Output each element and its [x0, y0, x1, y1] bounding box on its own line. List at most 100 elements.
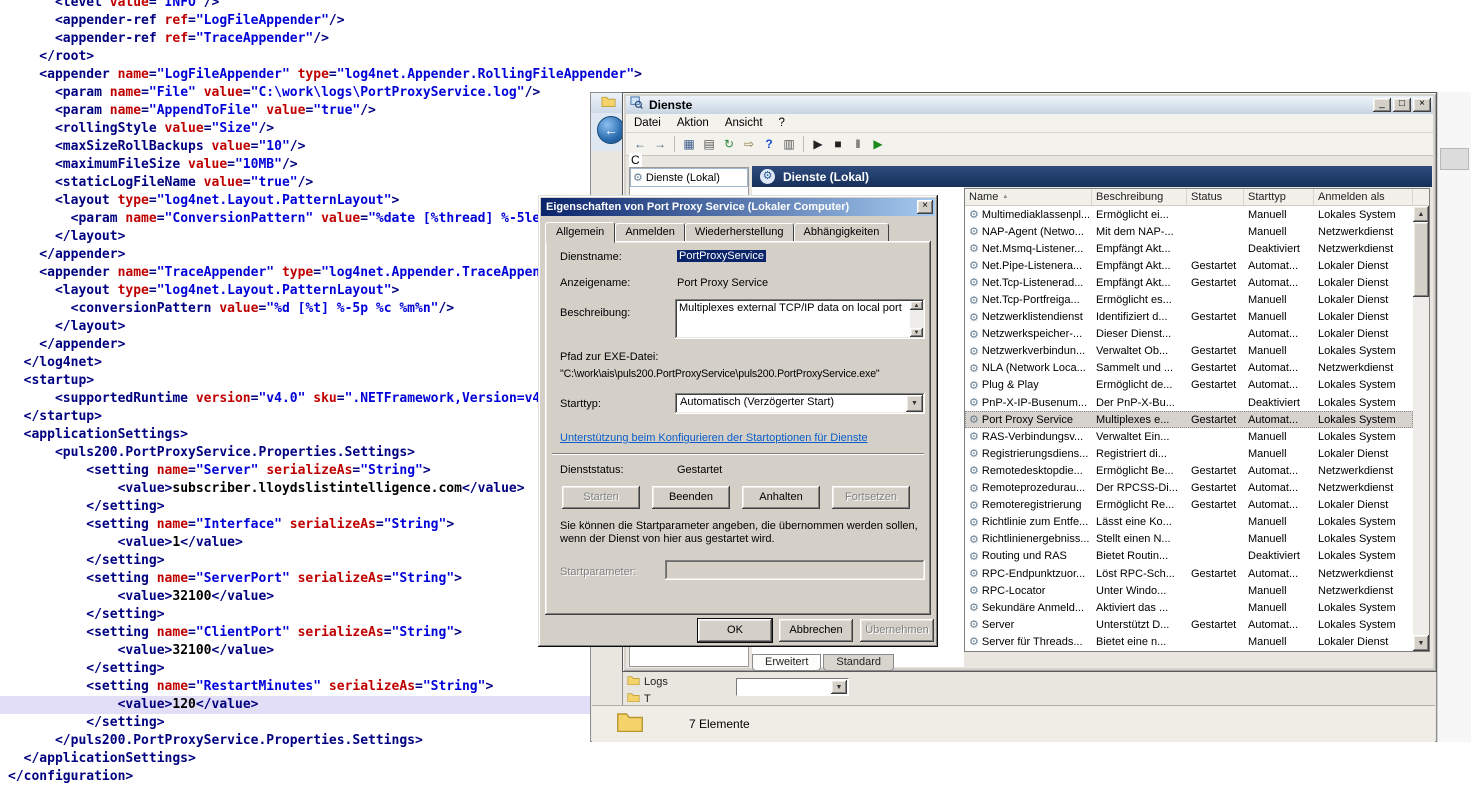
table-row[interactable]: ⚙RemoteregistrierungErmöglicht Re...Gest… [965, 497, 1413, 514]
stop-service-icon[interactable]: ■ [829, 135, 847, 153]
scroll-down-icon[interactable]: ▼ [910, 328, 923, 337]
cell-text: Manuell [1248, 636, 1287, 648]
chevron-down-icon[interactable]: ▼ [831, 680, 847, 694]
dialog-titlebar[interactable]: Eigenschaften von Port Proxy Service (Lo… [541, 198, 935, 216]
close-button[interactable]: × [1413, 98, 1431, 112]
code-line: </root> [8, 48, 799, 66]
table-row[interactable]: ⚙RPC-LocatorUnter Windo...ManuellNetzwer… [965, 582, 1413, 599]
refresh-icon[interactable]: ↻ [720, 135, 738, 153]
table-row[interactable]: ⚙Port Proxy ServiceMultiplexes e...Gesta… [965, 411, 1413, 428]
table-row[interactable]: ⚙Net.Pipe-Listenera...Empfängt Akt...Ges… [965, 257, 1413, 274]
beenden-button[interactable]: Beenden [652, 486, 730, 509]
start-service-icon[interactable]: ▶ [809, 135, 827, 153]
scroll-up-icon[interactable]: ▲ [1413, 206, 1429, 222]
table-row[interactable]: ⚙Richtlinie zum Entfe...Lässt eine Ko...… [965, 514, 1413, 531]
show-tree-icon[interactable]: ▦ [680, 135, 698, 153]
back-icon[interactable]: ← [631, 135, 649, 153]
service-gear-icon: ⚙ [969, 379, 979, 392]
uebernehmen-button: Übernehmen [860, 619, 934, 642]
table-row[interactable]: ⚙PnP-X-IP-Busenum...Der PnP-X-Bu...Deakt… [965, 394, 1413, 411]
column-header-status[interactable]: Status [1187, 189, 1244, 205]
cell-text: Gestartet [1191, 482, 1236, 494]
cell-anmelden-als: Lokaler Dienst [1314, 328, 1413, 340]
cell-name: ⚙Net.Tcp-Portfreiga... [965, 294, 1092, 307]
beschreibung-scrollbar[interactable]: ▲ ▼ [910, 301, 923, 337]
help-icon[interactable]: ? [760, 135, 778, 153]
cell-name: ⚙Server [965, 618, 1092, 631]
table-row[interactable]: ⚙Remoteprozedurau...Der RPCSS-Di...Gesta… [965, 480, 1413, 497]
table-row[interactable]: ⚙Net.Tcp-Portfreiga...Ermöglicht es...Ma… [965, 291, 1413, 308]
column-header-anmelden-als[interactable]: Anmelden als [1314, 189, 1413, 205]
cell-text: Bietet eine n... [1096, 636, 1166, 648]
close-icon[interactable]: × [917, 200, 933, 214]
table-row[interactable]: ⚙NAP-Agent (Netwo...Mit dem NAP-...Manue… [965, 223, 1413, 240]
tab-wiederherstellung[interactable]: Wiederherstellung [685, 223, 794, 242]
tree-node-dienste-lokal[interactable]: ⚙ Dienste (Lokal) [630, 168, 748, 187]
table-row[interactable]: ⚙Registrierungsdiens...Registriert di...… [965, 445, 1413, 462]
maximize-button[interactable]: □ [1393, 98, 1411, 112]
scroll-down-icon[interactable]: ▼ [1413, 635, 1429, 651]
table-row[interactable]: ⚙ServerUnterstützt D...GestartetAutomat.… [965, 616, 1413, 633]
scrollbar-thumb[interactable] [1413, 222, 1429, 297]
anhalten-button[interactable]: Anhalten [742, 486, 820, 509]
export-list-icon[interactable]: ⇨ [740, 135, 758, 153]
page-scrollbar[interactable] [1437, 92, 1471, 742]
menu-help[interactable]: ? [771, 115, 793, 131]
cell-anmelden-als: Lokaler Dienst [1314, 636, 1413, 648]
table-row[interactable]: ⚙NetzwerklistendienstIdentifiziert d...G… [965, 309, 1413, 326]
cell-text: Automat... [1248, 499, 1298, 511]
forward-icon[interactable]: → [651, 135, 669, 153]
table-row[interactable]: ⚙Server für Threads...Bietet eine n...Ma… [965, 633, 1413, 650]
table-row[interactable]: ⚙Remotedesktopdie...Ermöglicht Be...Gest… [965, 462, 1413, 479]
chevron-down-icon[interactable]: ▼ [906, 395, 923, 412]
table-row[interactable]: ⚙NLA (Network Loca...Sammelt und ...Gest… [965, 360, 1413, 377]
pause-service-icon[interactable]: ‖ [849, 135, 867, 153]
services-window-titlebar[interactable]: Dienste _□× [626, 96, 1433, 114]
menu-aktion[interactable]: Aktion [669, 115, 717, 131]
starttyp-select[interactable]: Automatisch (Verzögerter Start) ▼ [675, 393, 925, 414]
menu-datei[interactable]: Datei [626, 115, 669, 131]
beschreibung-field[interactable]: Multiplexes external TCP/IP data on loca… [675, 299, 925, 339]
column-header-name[interactable]: Name▲ [965, 189, 1092, 205]
tab-allgemein[interactable]: Allgemein [545, 222, 615, 243]
list-view-icon[interactable]: ▤ [700, 135, 718, 153]
page-scrollbar-thumb[interactable] [1440, 148, 1469, 170]
table-row[interactable]: ⚙RAS-Verbindungsv...Verwaltet Ein...Manu… [965, 428, 1413, 445]
table-row[interactable]: ⚙RPC-Endpunktzuor...Löst RPC-Sch...Gesta… [965, 565, 1413, 582]
tab-anmelden[interactable]: Anmelden [615, 223, 685, 242]
startparameter-input[interactable] [665, 560, 925, 580]
table-row[interactable]: ⚙Net.Msmq-Listener...Empfängt Akt...Deak… [965, 240, 1413, 257]
beschreibung-label: Beschreibung: [560, 307, 630, 319]
service-gear-icon: ⚙ [969, 482, 979, 495]
cell-text: Mit dem NAP-... [1096, 226, 1174, 238]
properties-icon[interactable]: ▥ [780, 135, 798, 153]
column-header-beschreibung[interactable]: Beschreibung [1092, 189, 1187, 205]
table-row[interactable]: ⚙Multimediaklassenpl...Ermöglicht ei...M… [965, 206, 1413, 223]
table-row[interactable]: ⚙Netzwerkverbindun...Verwaltet Ob...Gest… [965, 343, 1413, 360]
explorer-combobox[interactable]: ▼ [736, 678, 849, 696]
abbrechen-button[interactable]: Abbrechen [779, 619, 853, 642]
cell-text: Lokales System [1318, 379, 1396, 391]
scroll-up-icon[interactable]: ▲ [910, 301, 923, 310]
explorer-back-button[interactable]: ← [597, 116, 625, 144]
restart-service-icon[interactable]: ▶ [869, 135, 887, 153]
cell-text: Manuell [1248, 602, 1287, 614]
services-scrollbar[interactable]: ▲ ▼ [1413, 206, 1429, 651]
window-title: Dienste [649, 98, 692, 112]
ok-button[interactable]: OK [698, 619, 772, 642]
view-tab-standard[interactable]: Standard [823, 654, 894, 671]
table-row[interactable]: ⚙Richtlinienergebniss...Stellt einen N..… [965, 531, 1413, 548]
table-row[interactable]: ⚙Plug & PlayErmöglicht de...GestartetAut… [965, 377, 1413, 394]
table-row[interactable]: ⚙Netzwerkspeicher-...Dieser Dienst...Aut… [965, 326, 1413, 343]
startoptions-help-link[interactable]: Unterstützung beim Konfigurieren der Sta… [560, 432, 868, 444]
table-row[interactable]: ⚙Routing und RASBietet Routin...Deaktivi… [965, 548, 1413, 565]
view-tab-erweitert[interactable]: Erweitert [752, 654, 821, 671]
tab-abhängigkeiten[interactable]: Abhängigkeiten [794, 223, 890, 242]
menu-ansicht[interactable]: Ansicht [717, 115, 771, 131]
column-header-starttyp[interactable]: Starttyp [1244, 189, 1314, 205]
table-row[interactable]: ⚙Sekundäre Anmeld...Aktiviert das ...Man… [965, 599, 1413, 616]
table-row[interactable]: ⚙Net.Tcp-Listenerad...Empfängt Akt...Ges… [965, 274, 1413, 291]
service-gear-icon: ⚙ [969, 533, 979, 546]
folder-tree-item[interactable]: Logs [627, 673, 668, 690]
minimize-button[interactable]: _ [1373, 98, 1391, 112]
